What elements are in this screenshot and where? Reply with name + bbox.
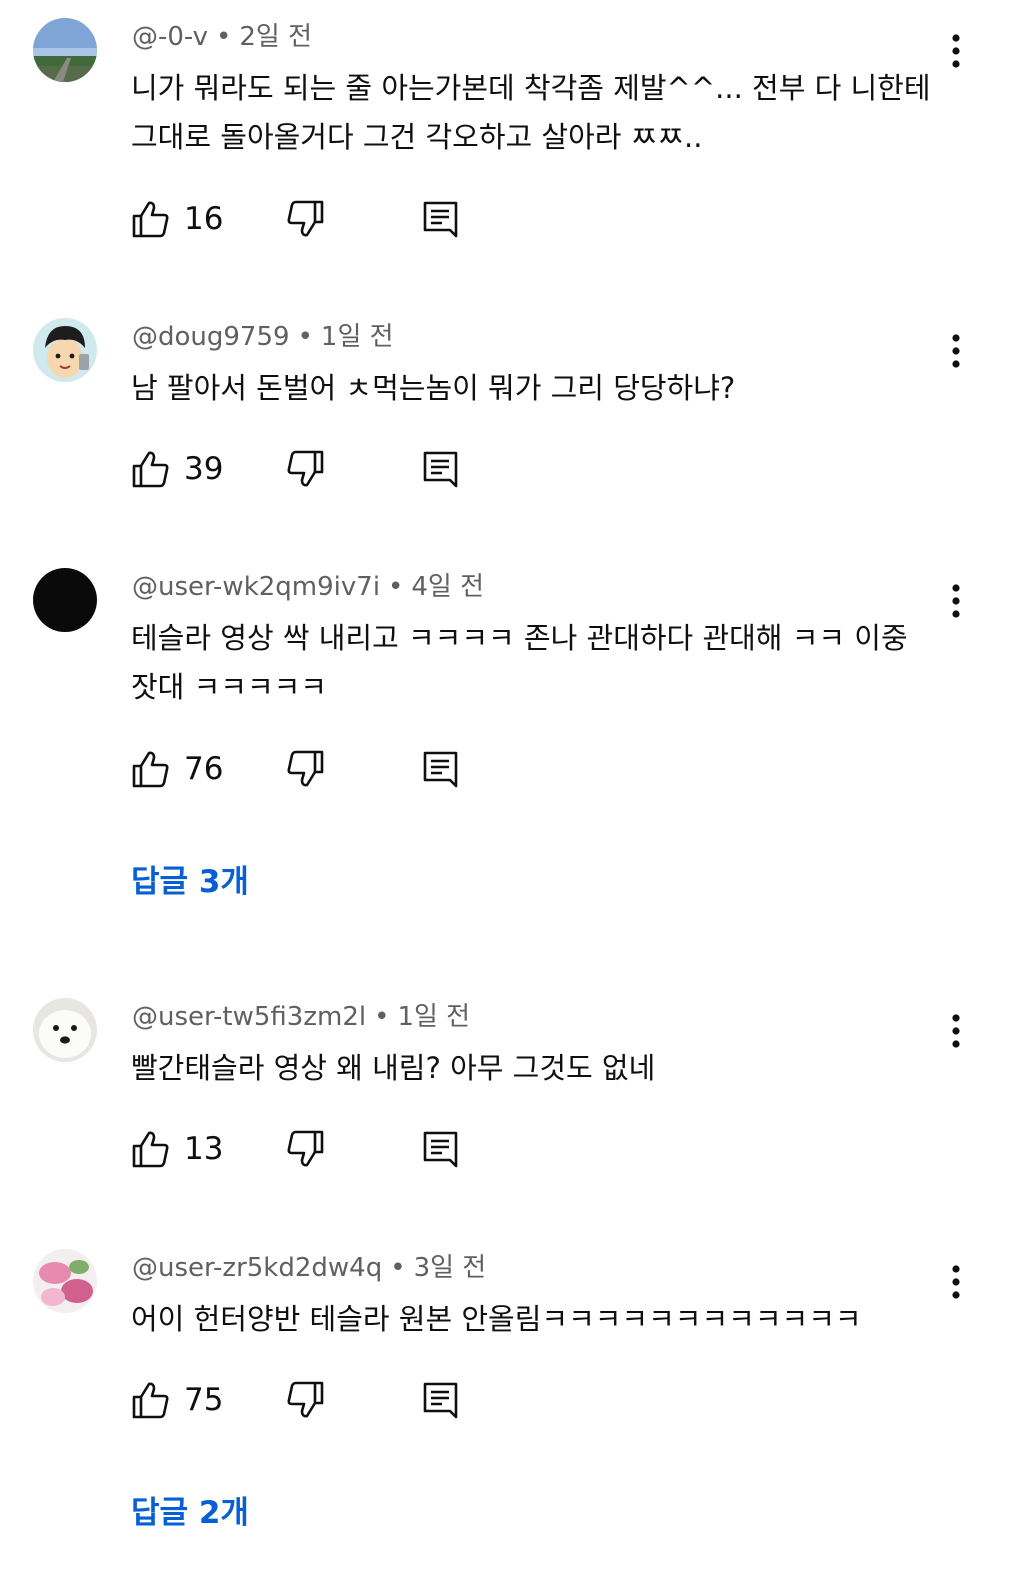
- comment-actions: 13: [130, 1128, 490, 1176]
- more-options-button[interactable]: [940, 1265, 972, 1299]
- like-count: 16: [184, 201, 224, 237]
- pink-flower-avatar-icon: [33, 1249, 97, 1313]
- more-vert-icon: [952, 34, 960, 68]
- comment-actions: 16: [130, 198, 490, 246]
- thumbs-down-icon: [287, 1381, 324, 1418]
- author-avatar[interactable]: [33, 998, 97, 1062]
- thumbs-up-icon: [132, 751, 169, 788]
- dislike-button[interactable]: [284, 748, 326, 794]
- reply-button[interactable]: [420, 1128, 462, 1174]
- comment-time: 1일 전: [397, 1002, 471, 1032]
- like-count: 13: [184, 1131, 224, 1167]
- comment-actions: 39: [130, 448, 490, 496]
- thumbs-down-icon: [287, 450, 324, 487]
- reply-icon: [423, 1131, 458, 1168]
- comment-text: 남 팔아서 돈벌어 ㅊ먹는놈이 뭐가 그리 당당하냐?: [131, 371, 736, 405]
- comment-meta: @user-zr5kd2dw4q • 3일 전: [132, 1251, 486, 1285]
- reply-icon: [423, 751, 458, 788]
- meta-separator: •: [390, 1253, 406, 1283]
- comment-time: 1일 전: [320, 322, 394, 352]
- author-avatar[interactable]: [33, 1249, 97, 1313]
- more-vert-icon: [952, 1265, 960, 1299]
- author-name[interactable]: @-0-v: [132, 22, 208, 52]
- like-button[interactable]: 75: [130, 1379, 223, 1421]
- reply-button[interactable]: [420, 198, 462, 244]
- meta-separator: •: [388, 572, 404, 602]
- comment-text: 어이 헌터양반 테슬라 원본 안올림ㅋㅋㅋㅋㅋㅋㅋㅋㅋㅋㅋㅋ: [131, 1302, 862, 1336]
- thumbs-down-icon: [287, 200, 324, 237]
- comment-meta: @-0-v • 2일 전: [132, 20, 312, 54]
- comment-list: @-0-v • 2일 전 니가 뭐라도 되는 줄 아는가본데 착각좀 제발^^...…: [0, 0, 1024, 1573]
- comment-meta: @doug9759 • 1일 전: [132, 320, 394, 354]
- reply-button[interactable]: [420, 448, 462, 494]
- reply-button[interactable]: [420, 1379, 462, 1425]
- thumbs-up-icon: [132, 1382, 169, 1419]
- like-button[interactable]: 16: [130, 198, 223, 240]
- more-options-button[interactable]: [940, 334, 972, 368]
- comment-text: 빨간태슬라 영상 왜 내림? 아무 그것도 없네: [131, 1051, 656, 1085]
- thumbs-up-icon: [132, 1131, 169, 1168]
- thumbs-up-icon: [132, 201, 169, 238]
- author-avatar[interactable]: [33, 18, 97, 82]
- thumbs-down-icon: [287, 750, 324, 787]
- like-button[interactable]: 39: [130, 448, 223, 490]
- dislike-button[interactable]: [284, 1128, 326, 1174]
- like-button[interactable]: 76: [130, 748, 223, 790]
- like-count: 75: [184, 1382, 224, 1418]
- reply-icon: [423, 1382, 458, 1419]
- meta-separator: •: [216, 22, 232, 52]
- more-options-button[interactable]: [940, 1014, 972, 1048]
- white-dog-avatar-icon: [33, 998, 97, 1062]
- like-button[interactable]: 13: [130, 1128, 223, 1170]
- comment-time: 2일 전: [239, 22, 312, 52]
- author-avatar[interactable]: [33, 318, 97, 382]
- black-circle-avatar-icon: [33, 568, 97, 632]
- dislike-button[interactable]: [284, 1379, 326, 1425]
- author-name[interactable]: @user-wk2qm9iv7i: [132, 572, 380, 602]
- comment-text: 니가 뭐라도 되는 줄 아는가본데 착각좀 제발^^... 전부 다 니한테 그…: [131, 71, 931, 154]
- more-vert-icon: [952, 334, 960, 368]
- comment-actions: 75: [130, 1379, 490, 1427]
- reply-icon: [423, 451, 458, 488]
- like-count: 76: [184, 751, 224, 787]
- author-avatar[interactable]: [33, 568, 97, 632]
- more-vert-icon: [952, 584, 960, 618]
- comment-time: 4일 전: [411, 572, 485, 602]
- comment-text: 테슬라 영상 싹 내리고 ㅋㅋㅋㅋ 존나 관대하다 관대해 ㅋㅋ 이중잣대 ㅋㅋ…: [131, 621, 908, 704]
- author-name[interactable]: @user-zr5kd2dw4q: [132, 1253, 382, 1283]
- cartoon-face-avatar-icon: [33, 318, 97, 382]
- more-options-button[interactable]: [940, 34, 972, 68]
- like-count: 39: [184, 451, 224, 487]
- meta-separator: •: [374, 1002, 390, 1032]
- comment-time: 3일 전: [413, 1253, 487, 1283]
- dislike-button[interactable]: [284, 448, 326, 494]
- view-replies-link[interactable]: 답글 2개: [131, 1493, 249, 1533]
- reply-button[interactable]: [420, 748, 462, 794]
- landscape-avatar-icon: [33, 18, 97, 82]
- author-name[interactable]: @user-tw5fi3zm2l: [132, 1002, 366, 1032]
- view-replies-link[interactable]: 답글 3개: [131, 862, 249, 902]
- comment-meta: @user-tw5fi3zm2l • 1일 전: [132, 1000, 470, 1034]
- meta-separator: •: [297, 322, 313, 352]
- author-name[interactable]: @doug9759: [132, 322, 290, 352]
- more-options-button[interactable]: [940, 584, 972, 618]
- reply-icon: [423, 201, 458, 238]
- thumbs-down-icon: [287, 1130, 324, 1167]
- dislike-button[interactable]: [284, 198, 326, 244]
- more-vert-icon: [952, 1014, 960, 1048]
- comment-actions: 76: [130, 748, 490, 796]
- thumbs-up-icon: [132, 451, 169, 488]
- comment-meta: @user-wk2qm9iv7i • 4일 전: [132, 570, 484, 604]
